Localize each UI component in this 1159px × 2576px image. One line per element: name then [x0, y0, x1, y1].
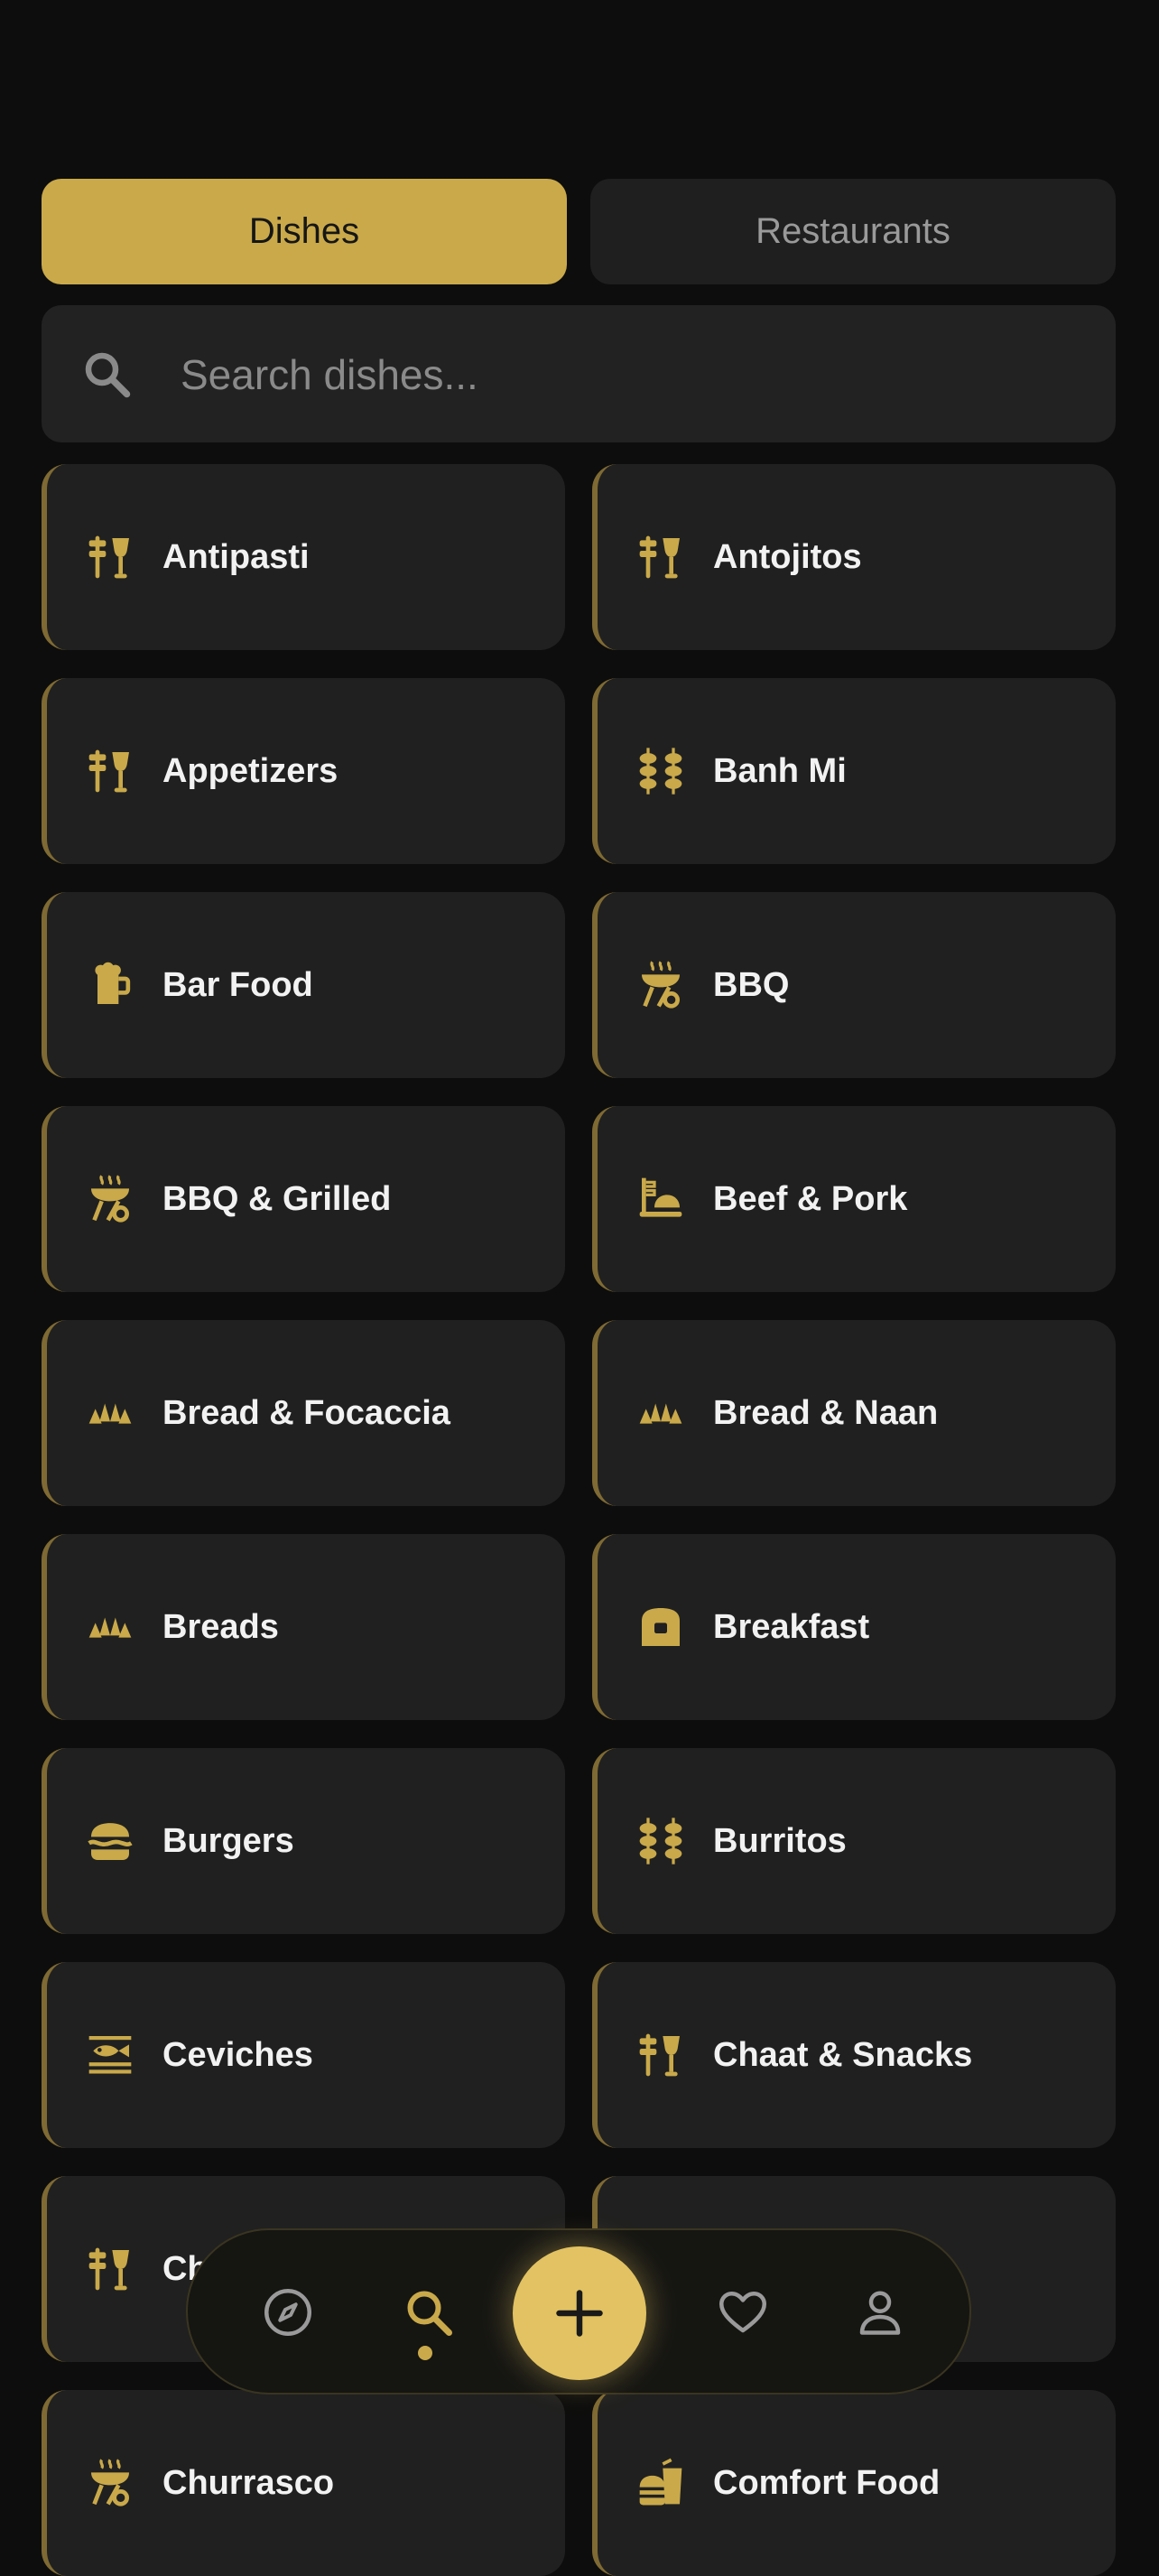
category-card[interactable]: Antipasti	[42, 464, 565, 650]
add-button[interactable]	[513, 2246, 646, 2380]
category-card[interactable]: Banh Mi	[592, 678, 1116, 864]
category-label: Breads	[162, 1608, 279, 1646]
heart-icon	[719, 2292, 766, 2333]
tab-dishes[interactable]: Dishes	[42, 179, 567, 284]
tab-restaurants[interactable]: Restaurants	[590, 179, 1116, 284]
nav-explore[interactable]	[247, 2272, 329, 2353]
grill-icon	[91, 2459, 130, 2506]
kebab-icon	[639, 748, 682, 795]
category-card[interactable]: Breads	[42, 1534, 565, 1720]
nav-profile[interactable]	[839, 2272, 921, 2353]
category-label: Bread & Naan	[713, 1394, 939, 1432]
beer-mug-icon	[95, 962, 131, 1004]
category-card[interactable]: Comfort Food	[592, 2390, 1116, 2576]
category-label: Burritos	[713, 1822, 847, 1860]
category-label: Bread & Focaccia	[162, 1394, 450, 1432]
category-label: Churrasco	[162, 2464, 335, 2502]
croissant-icon	[88, 1617, 132, 1638]
category-card[interactable]: Chaat & Snacks	[592, 1962, 1116, 2148]
croissant-icon	[639, 1403, 682, 1424]
category-label: Antipasti	[162, 538, 310, 576]
active-indicator	[418, 2346, 432, 2360]
drinks-icon	[639, 535, 680, 579]
search-icon	[407, 2291, 452, 2336]
category-label: Ceviches	[162, 2036, 313, 2074]
category-card[interactable]: Antojitos	[592, 464, 1116, 650]
category-label: Beef & Pork	[713, 1180, 908, 1218]
category-label: Antojitos	[713, 538, 862, 576]
fish-icon	[88, 2036, 132, 2074]
category-card[interactable]: Appetizers	[42, 678, 565, 864]
burger-drink-icon	[639, 2458, 682, 2506]
category-card[interactable]: BBQ	[592, 892, 1116, 1078]
drinks-icon	[88, 535, 129, 579]
search-bar[interactable]	[42, 305, 1116, 442]
grill-icon	[642, 961, 680, 1009]
drinks-icon	[88, 2247, 129, 2291]
category-label: BBQ	[713, 966, 790, 1004]
meat-platter-icon	[639, 1177, 682, 1217]
compass-icon	[264, 2289, 311, 2336]
category-card[interactable]: Ceviches	[42, 1962, 565, 2148]
category-label: BBQ & Grilled	[162, 1180, 392, 1218]
category-card[interactable]: Bread & Naan	[592, 1320, 1116, 1506]
category-label: Comfort Food	[713, 2464, 941, 2502]
category-label: Breakfast	[713, 1608, 870, 1646]
plus-icon	[556, 2290, 603, 2337]
category-card[interactable]: Bar Food	[42, 892, 565, 1078]
category-card[interactable]: Beef & Pork	[592, 1106, 1116, 1292]
category-card[interactable]: Burgers	[42, 1748, 565, 1934]
category-card[interactable]: Churrasco	[42, 2390, 565, 2576]
nav-search[interactable]	[388, 2272, 469, 2353]
user-icon	[859, 2291, 901, 2335]
category-label: Chaat & Snacks	[713, 2036, 973, 2074]
search-icon	[85, 352, 131, 398]
drinks-icon	[88, 749, 129, 793]
grill-icon	[91, 1175, 130, 1223]
toast-icon	[642, 1608, 680, 1646]
search-input[interactable]	[179, 338, 1067, 412]
category-card[interactable]: BBQ & Grilled	[42, 1106, 565, 1292]
croissant-icon	[88, 1403, 132, 1424]
category-card[interactable]: Bread & Focaccia	[42, 1320, 565, 1506]
burger-icon	[88, 1823, 133, 1860]
category-label: Burgers	[162, 1822, 294, 1860]
segmented-tabs: Dishes Restaurants	[42, 179, 1116, 284]
category-card[interactable]: Breakfast	[592, 1534, 1116, 1720]
kebab-icon	[639, 1818, 682, 1865]
drinks-icon	[639, 2033, 680, 2077]
nav-favorites[interactable]	[702, 2272, 783, 2353]
category-label: Banh Mi	[713, 752, 847, 790]
category-label: Appetizers	[162, 752, 338, 790]
category-card[interactable]: Burritos	[592, 1748, 1116, 1934]
category-label: Bar Food	[162, 966, 313, 1004]
